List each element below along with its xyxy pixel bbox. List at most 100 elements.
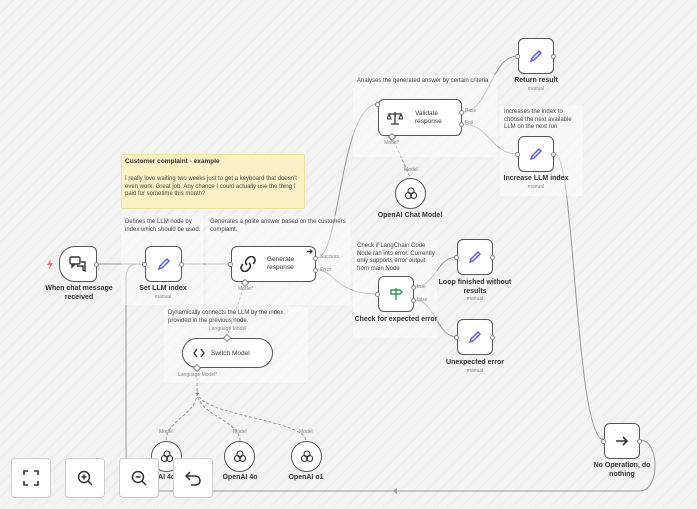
- node-increase-llm-index-label: Increase LLM index: [503, 175, 569, 182]
- increase-output-port[interactable]: [551, 151, 556, 157]
- return-input-port[interactable]: [515, 53, 520, 59]
- zoom-out-icon: [131, 470, 147, 486]
- node-openai-4o[interactable]: [224, 441, 255, 472]
- zoom-in-icon: [77, 470, 93, 486]
- node-openai-4o-label: OpenAI 4o: [222, 474, 258, 481]
- node-chat-trigger[interactable]: [59, 246, 97, 282]
- node-generate-response[interactable]: Generate response: [231, 246, 316, 282]
- pencil-icon: [529, 147, 543, 161]
- node-increase-llm-index[interactable]: [518, 136, 554, 172]
- check-input-port[interactable]: [375, 291, 380, 297]
- bolt-icon: [47, 259, 53, 269]
- true-label: true: [417, 284, 426, 290]
- sticky-check-text: Check if LangChain Code Node ran into er…: [357, 243, 435, 272]
- fit-view-icon: [23, 470, 39, 486]
- node-unexpected-error[interactable]: [457, 319, 493, 355]
- switch-input-port[interactable]: [223, 334, 231, 342]
- node-generate-response-label: Generate response: [267, 256, 295, 271]
- generate-model-port[interactable]: [241, 279, 249, 287]
- sticky-switch-text: Dynamically connects the LLM by the inde…: [168, 310, 284, 324]
- switch-language-model-out-label: Language Model*: [178, 372, 218, 378]
- pencil-icon: [468, 330, 482, 344]
- success-label: Success: [320, 254, 339, 260]
- openai-icon: [300, 449, 313, 462]
- noop-input-port[interactable]: [601, 438, 606, 444]
- zoom-in-button[interactable]: [65, 458, 105, 498]
- node-openai-o1[interactable]: [291, 441, 322, 472]
- node-openai-chat-model[interactable]: [395, 178, 426, 209]
- generate-success-port[interactable]: [313, 255, 318, 261]
- node-set-llm-index-sub: manual: [154, 294, 172, 300]
- undo-icon: [185, 471, 201, 486]
- node-no-operation[interactable]: [604, 423, 640, 459]
- loop-input-port[interactable]: [454, 254, 459, 260]
- model-a-label: Model: [159, 429, 173, 435]
- loop-output-port[interactable]: [490, 254, 495, 260]
- pencil-icon: [157, 257, 170, 271]
- fit-view-button[interactable]: [11, 458, 51, 498]
- node-loop-finished-sub: manual: [466, 296, 484, 302]
- node-loop-finished-label: Loop finished without results: [438, 279, 512, 295]
- pencil-icon: [529, 49, 543, 63]
- set-index-output-port[interactable]: [179, 261, 184, 267]
- sticky-generate-text: Generates a polite answer based on the c…: [210, 219, 346, 233]
- code-icon: [193, 348, 205, 358]
- noop-output-port[interactable]: [637, 438, 642, 444]
- arrow-right-icon: [616, 436, 629, 446]
- validate-pass-port[interactable]: [459, 109, 464, 115]
- sticky-complaint-body: I really love waiting two weeks just to …: [125, 176, 297, 197]
- false-label: false: [417, 297, 428, 303]
- model-b-label: Model: [233, 429, 247, 435]
- node-openai-chat-model-label: OpenAI Chat Model: [377, 212, 443, 219]
- svg-text:+: +: [195, 389, 200, 398]
- unexpected-output-port[interactable]: [490, 334, 495, 340]
- node-validate-response-label: Validate response: [415, 109, 442, 125]
- openai-icon: [233, 449, 246, 462]
- sticky-complaint-title: Customer complaint - example: [125, 158, 220, 165]
- fail-label: Fail: [465, 120, 474, 126]
- set-index-input-port[interactable]: [142, 261, 147, 267]
- node-switch-model-label: Switch Model: [211, 349, 250, 357]
- pass-label: Pass: [465, 108, 477, 114]
- model-c-label: Model: [299, 429, 313, 435]
- unexpected-input-port[interactable]: [454, 334, 459, 340]
- switch-output-port[interactable]: [193, 364, 201, 372]
- generate-input-port[interactable]: [228, 261, 233, 267]
- validate-input-port[interactable]: [375, 101, 380, 107]
- check-false-port[interactable]: [411, 297, 416, 303]
- error-label: Error: [320, 267, 332, 273]
- link-icon: [240, 256, 256, 272]
- switch-language-model-label: Language Model: [209, 326, 247, 332]
- node-chat-trigger-label: When chat message received: [45, 285, 113, 301]
- undo-button[interactable]: [173, 458, 213, 498]
- node-return-result[interactable]: [518, 38, 554, 74]
- openai-icon: [160, 449, 173, 462]
- node-check-expected-error[interactable]: [378, 276, 414, 312]
- node-return-result-sub: manual: [527, 86, 545, 92]
- zoom-out-button[interactable]: [119, 458, 159, 498]
- node-validate-response[interactable]: Validate response: [378, 99, 462, 136]
- node-set-llm-index[interactable]: [145, 246, 182, 282]
- arrow-right-icon: [307, 249, 313, 254]
- chat-model-label: Model: [404, 167, 418, 173]
- node-return-result-label: Return result: [514, 77, 558, 84]
- node-loop-finished[interactable]: [457, 239, 493, 275]
- sticky-set-index-text: Defines the LLM node by index which shou…: [125, 219, 201, 233]
- openai-icon: [404, 186, 417, 199]
- generate-error-port[interactable]: [313, 267, 318, 273]
- return-output-port[interactable]: [551, 53, 556, 59]
- scale-icon: [387, 111, 403, 125]
- node-unexpected-error-sub: manual: [466, 368, 484, 374]
- node-openai-o1-label: OpenAI o1: [288, 474, 324, 481]
- node-check-expected-error-label: Check for expected error: [354, 316, 438, 323]
- node-increase-llm-index-sub: manual: [527, 184, 545, 190]
- node-unexpected-error-label: Unexpected error: [446, 359, 504, 366]
- check-true-port[interactable]: [411, 285, 416, 290]
- node-no-operation-label: No Operation, do nothing: [593, 462, 651, 478]
- node-set-llm-index-label: Set LLM index: [139, 285, 187, 292]
- validate-fail-port[interactable]: [459, 121, 464, 127]
- trigger-output-port[interactable]: [94, 261, 99, 267]
- increase-input-port[interactable]: [515, 151, 520, 157]
- chat-bubbles-icon: [69, 256, 86, 272]
- sticky-increase-text: Increases the index to choose the next a…: [504, 109, 572, 130]
